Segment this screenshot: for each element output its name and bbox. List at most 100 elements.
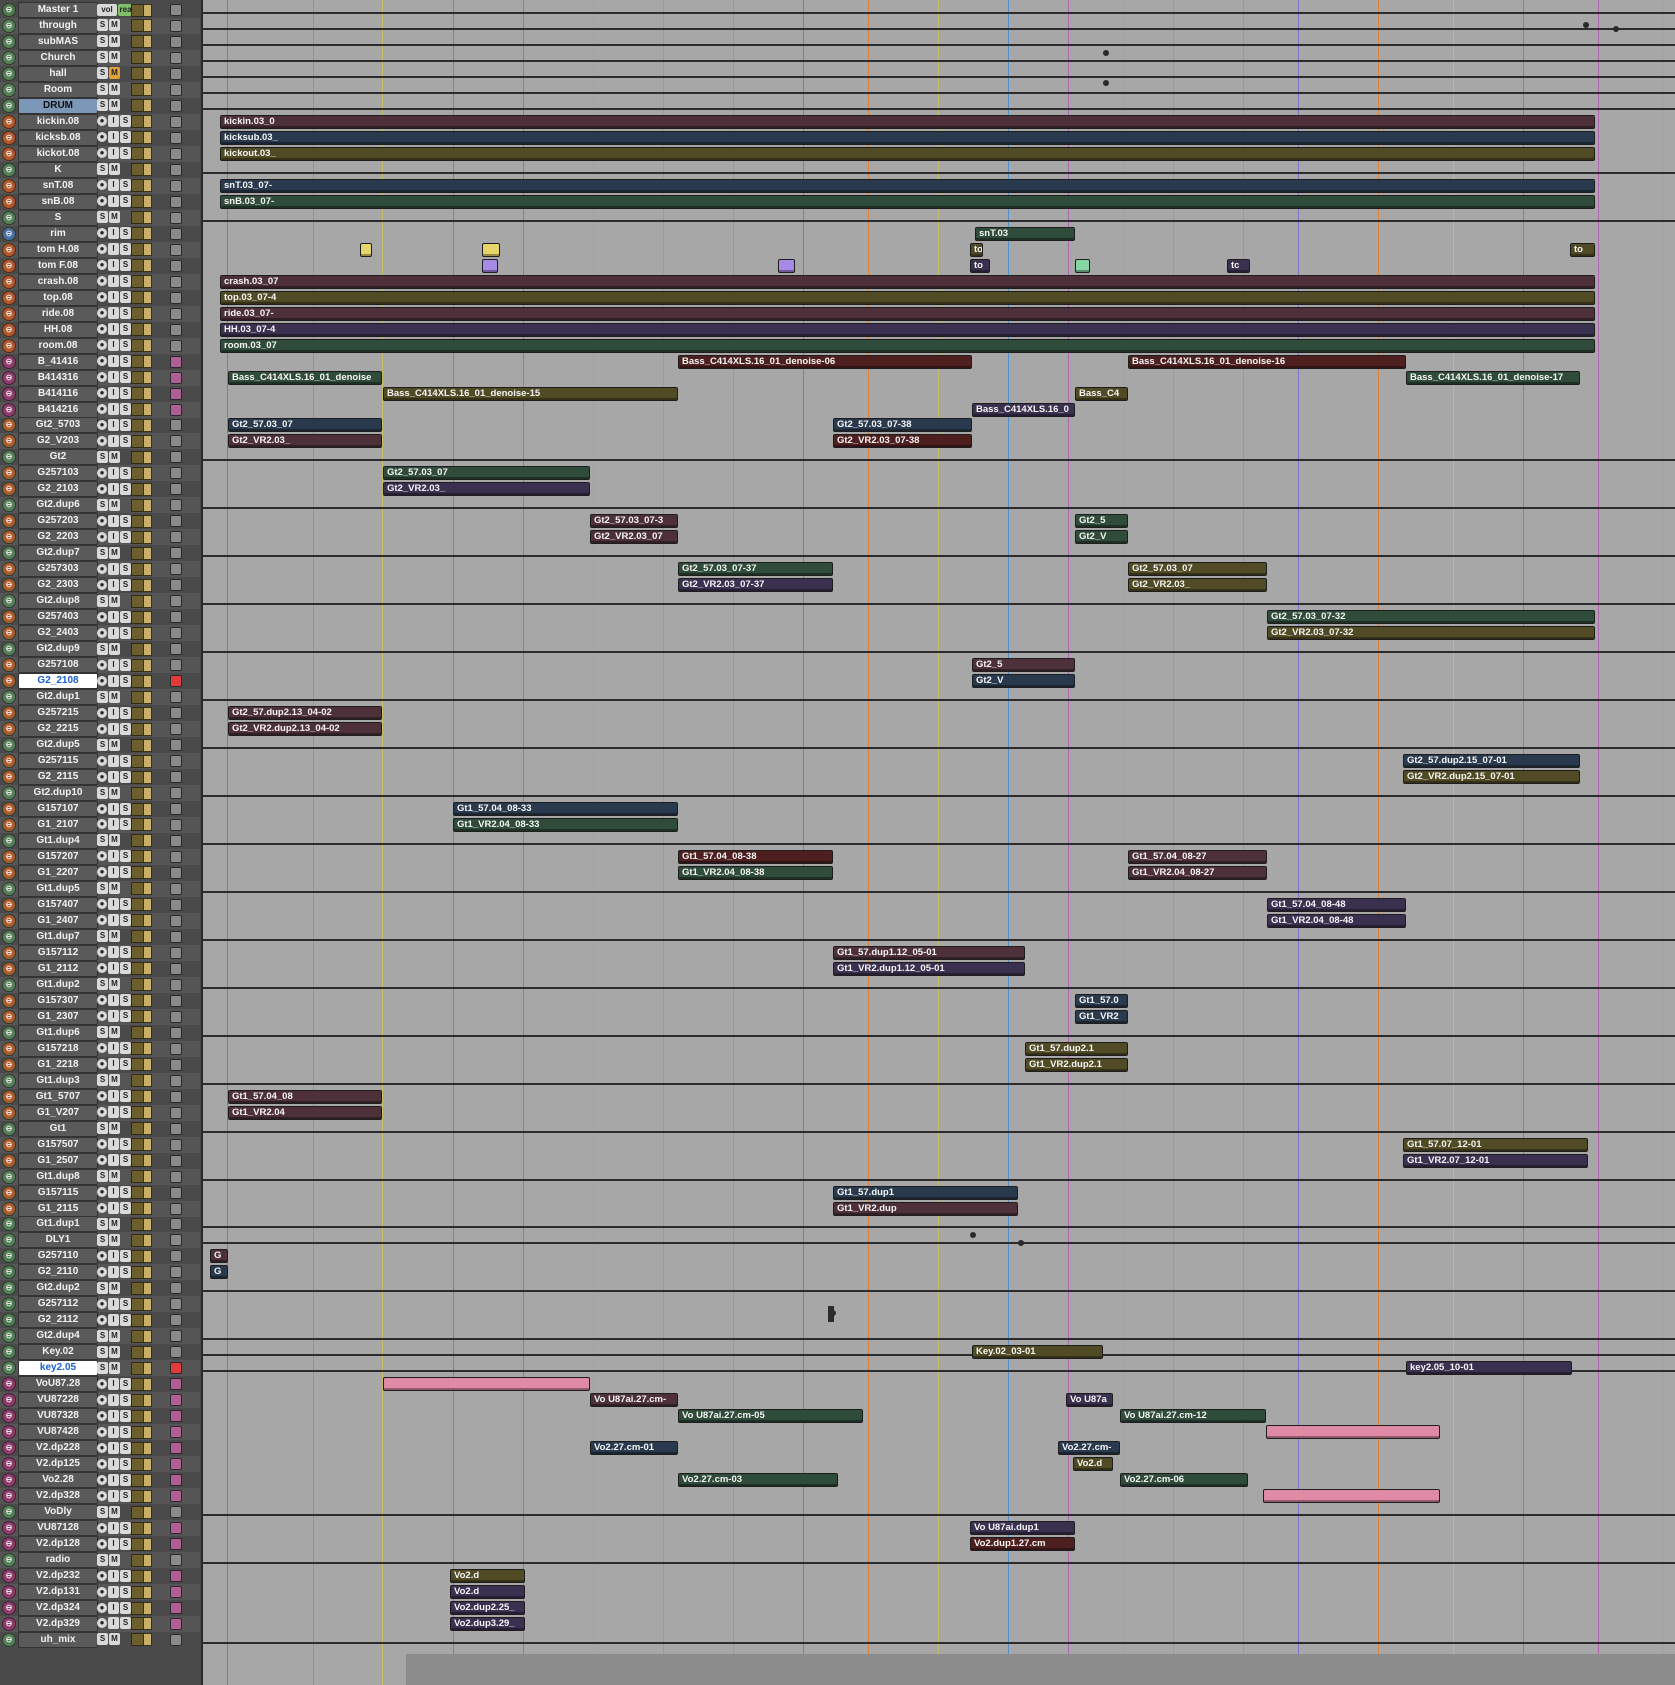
- group-toggle-icon[interactable]: ⊖: [2, 274, 16, 289]
- audio-clip[interactable]: Gt2_57.03_07: [228, 418, 382, 433]
- audio-clip[interactable]: Gt1_57.04_08-38: [678, 849, 833, 864]
- audio-clip[interactable]: to: [1570, 242, 1595, 257]
- audio-clip[interactable]: kickout.03_: [220, 146, 1595, 161]
- solo-button[interactable]: S: [120, 387, 131, 400]
- track-row[interactable]: ⊖ Master 1 vol read: [0, 2, 200, 18]
- track-name[interactable]: DRUM: [18, 97, 98, 114]
- output-assign-icon[interactable]: [170, 547, 182, 560]
- track-row[interactable]: ⊖ Church S M: [0, 49, 200, 66]
- audio-clip[interactable]: Gt2_57.03_07-3: [590, 514, 678, 529]
- track-name[interactable]: G157507: [18, 1136, 98, 1153]
- mute-button[interactable]: M: [109, 594, 120, 607]
- track-row[interactable]: ⊖ Gt1.dup3 S M: [0, 1072, 200, 1089]
- solo-button[interactable]: S: [97, 1170, 108, 1183]
- solo-button[interactable]: S: [120, 1441, 131, 1454]
- group-toggle-icon[interactable]: ⊖: [2, 1169, 16, 1184]
- track-name[interactable]: G2_2303: [18, 577, 98, 594]
- track-row[interactable]: ⊖G2_2112●ISM: [0, 1312, 200, 1329]
- group-toggle-icon[interactable]: ⊖: [2, 1441, 16, 1456]
- mute-button[interactable]: M: [109, 1170, 120, 1183]
- mute-button[interactable]: M: [109, 786, 120, 799]
- track-row[interactable]: ⊖VoU87.28●ISM: [0, 1376, 200, 1393]
- output-assign-icon[interactable]: [170, 1074, 182, 1087]
- group-toggle-icon[interactable]: ⊖: [2, 1137, 16, 1152]
- solo-button[interactable]: S: [120, 1138, 131, 1151]
- track-row[interactable]: ⊖G257403●ISM: [0, 609, 200, 626]
- track-row[interactable]: ⊖G157207●ISM: [0, 848, 200, 865]
- track-row[interactable]: ⊖G157218●ISM: [0, 1040, 200, 1057]
- track-name[interactable]: Room: [18, 81, 98, 98]
- output-assign-icon[interactable]: [170, 291, 182, 304]
- track-row[interactable]: ⊖VU87228●ISM: [0, 1392, 200, 1409]
- audio-clip[interactable]: Gt1_57.dup1.12_05-01: [833, 945, 1025, 960]
- group-toggle-icon[interactable]: ⊖: [2, 66, 16, 81]
- audio-clip[interactable]: Gt2_VR2.03_07-38: [833, 434, 972, 449]
- output-assign-icon[interactable]: [170, 339, 182, 352]
- record-button[interactable]: ●: [97, 1426, 107, 1437]
- audio-clip[interactable]: Gt1_57.04_08-33: [453, 802, 678, 816]
- track-name[interactable]: DLY1: [18, 1232, 98, 1249]
- solo-button[interactable]: S: [120, 179, 131, 192]
- output-assign-icon[interactable]: [170, 35, 182, 48]
- output-assign-icon[interactable]: [170, 930, 182, 943]
- solo-button[interactable]: S: [97, 546, 108, 559]
- input-button[interactable]: I: [108, 434, 119, 447]
- record-button[interactable]: ●: [97, 1538, 107, 1549]
- output-assign-icon[interactable]: [170, 259, 182, 272]
- group-toggle-icon[interactable]: ⊖: [2, 754, 16, 769]
- track-name[interactable]: Key.02: [18, 1344, 98, 1361]
- output-assign-icon[interactable]: [170, 691, 182, 704]
- mute-button[interactable]: M: [109, 1361, 120, 1374]
- audio-clip[interactable]: Gt2_57.03_07-37: [678, 562, 833, 577]
- track-name[interactable]: VU87228: [18, 1392, 98, 1409]
- audio-clip[interactable]: Bass_C414XLS.16_01_denoise-15: [383, 386, 678, 401]
- solo-button[interactable]: S: [120, 658, 131, 671]
- track-row[interactable]: ⊖ Gt1.dup7 S M: [0, 928, 200, 945]
- track-name[interactable]: tom F.08: [18, 257, 98, 274]
- track-name[interactable]: Gt1.dup7: [18, 928, 98, 945]
- output-assign-icon[interactable]: [170, 1026, 182, 1039]
- group-toggle-icon[interactable]: ⊖: [2, 162, 16, 177]
- track-row[interactable]: ⊖ uh_mix S M: [0, 1631, 200, 1648]
- track-name[interactable]: Gt2.dup8: [18, 593, 98, 610]
- mute-button[interactable]: M: [109, 1505, 120, 1518]
- solo-button[interactable]: S: [120, 962, 131, 975]
- output-assign-icon[interactable]: [170, 451, 182, 464]
- track-name[interactable]: kicksb.08: [18, 129, 98, 146]
- output-assign-icon[interactable]: [170, 627, 182, 640]
- output-assign-icon[interactable]: [170, 195, 182, 208]
- solo-button[interactable]: S: [120, 610, 131, 623]
- audio-clip[interactable]: Gt2_57.03_07: [1128, 562, 1267, 577]
- solo-button[interactable]: S: [120, 706, 131, 719]
- record-button[interactable]: ●: [97, 867, 107, 878]
- input-button[interactable]: I: [108, 115, 119, 128]
- mute-button[interactable]: M: [109, 1074, 120, 1087]
- output-assign-icon[interactable]: [170, 1250, 182, 1263]
- output-assign-icon[interactable]: [170, 83, 182, 96]
- track-name[interactable]: G257108: [18, 657, 98, 674]
- solo-button[interactable]: S: [97, 19, 108, 32]
- solo-button[interactable]: S: [120, 1601, 131, 1614]
- audio-clip[interactable]: Vo2.dup1.27.cm: [970, 1537, 1075, 1552]
- track-row[interactable]: ⊖ Gt2.dup4 S M: [0, 1328, 200, 1345]
- record-button[interactable]: ●: [97, 675, 107, 686]
- track-row[interactable]: ⊖G2_2215●ISM: [0, 721, 200, 738]
- track-row[interactable]: ⊖G257112●ISM: [0, 1296, 200, 1313]
- group-toggle-icon[interactable]: ⊖: [2, 1185, 16, 1200]
- audio-clip[interactable]: Vo2.dup3.29_: [450, 1616, 525, 1631]
- track-row[interactable]: ⊖V2.dp232●ISM: [0, 1568, 200, 1585]
- track-row[interactable]: ⊖B414316●ISM: [0, 369, 200, 386]
- solo-button[interactable]: S: [97, 738, 108, 751]
- track-name[interactable]: kickin.08: [18, 113, 98, 130]
- input-button[interactable]: I: [108, 387, 119, 400]
- output-assign-icon[interactable]: [170, 1090, 182, 1103]
- solo-button[interactable]: S: [120, 866, 131, 879]
- output-assign-icon[interactable]: [170, 1122, 182, 1135]
- output-assign-icon[interactable]: [170, 563, 182, 576]
- audio-clip[interactable]: Gt2_VR2.03_07: [590, 530, 678, 545]
- audio-clip[interactable]: Gt2_VR2.03_07-32: [1267, 626, 1595, 641]
- track-name[interactable]: Master 1: [18, 2, 98, 18]
- track-row[interactable]: ⊖G2_2403●ISM: [0, 625, 200, 642]
- audio-clip[interactable]: Gt2_VR2.03_07-37: [678, 578, 833, 593]
- horizontal-scrollbar[interactable]: [406, 1654, 1675, 1685]
